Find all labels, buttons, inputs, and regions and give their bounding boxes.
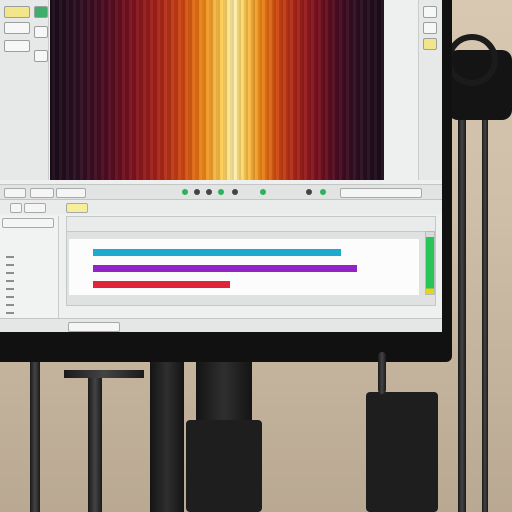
loop-icon[interactable] — [218, 189, 224, 195]
transport-bar — [0, 184, 442, 200]
track-toolbar — [67, 217, 435, 232]
tree-item[interactable] — [6, 288, 14, 290]
transport-chip[interactable] — [4, 188, 26, 198]
camera-body — [366, 392, 438, 512]
status-bar — [0, 318, 442, 332]
light-ring — [446, 34, 498, 86]
track-bar[interactable] — [93, 249, 341, 256]
level-meter-fill — [426, 237, 434, 294]
monitor-stand — [150, 362, 184, 512]
left-toolbar — [0, 0, 49, 180]
monitor — [0, 0, 452, 362]
panel-tab[interactable] — [66, 203, 88, 213]
tree-item[interactable] — [6, 296, 14, 298]
light-stand-pole — [458, 110, 466, 512]
spectrum-preview — [50, 0, 384, 180]
panel-header — [0, 200, 442, 214]
tripod-arm — [64, 370, 144, 378]
tool-button[interactable] — [423, 22, 437, 34]
studio-scene — [0, 0, 512, 512]
panel-tab[interactable] — [24, 203, 46, 213]
tool-button[interactable] — [34, 6, 48, 18]
track-bar[interactable] — [93, 281, 230, 288]
transport-chip[interactable] — [340, 188, 422, 198]
marker-icon[interactable] — [232, 189, 238, 195]
camera-body — [186, 420, 262, 512]
tool-button[interactable] — [34, 26, 48, 38]
tool-button[interactable] — [34, 50, 48, 62]
tree-item[interactable] — [6, 312, 14, 314]
tree-item[interactable] — [6, 256, 14, 258]
stop-icon[interactable] — [194, 189, 200, 195]
tripod-leg-left — [30, 362, 40, 512]
transport-chip[interactable] — [56, 188, 86, 198]
transport-chip[interactable] — [30, 188, 54, 198]
light-stand-pole-rear — [482, 90, 488, 512]
marker-icon[interactable] — [320, 189, 326, 195]
right-toolbar — [418, 0, 442, 180]
tool-button[interactable] — [4, 22, 30, 34]
level-meter — [425, 231, 435, 295]
tool-button[interactable] — [4, 6, 30, 18]
tool-button[interactable] — [423, 38, 437, 50]
track-bar[interactable] — [93, 265, 357, 272]
tool-button[interactable] — [4, 40, 30, 52]
tree-item[interactable] — [6, 304, 14, 306]
cable — [378, 352, 386, 394]
record-icon[interactable] — [206, 189, 212, 195]
tool-button[interactable] — [423, 6, 437, 18]
track-area — [66, 216, 436, 306]
monitor-brand-label — [210, 340, 260, 350]
tree-item[interactable] — [6, 272, 14, 274]
screen — [0, 0, 442, 332]
panel-tab[interactable] — [10, 203, 22, 213]
tripod-leg — [88, 370, 102, 512]
tree-item[interactable] — [6, 280, 14, 282]
track-canvas — [69, 239, 419, 295]
marker-icon[interactable] — [306, 189, 312, 195]
status-chip — [68, 322, 120, 332]
tree-search[interactable] — [2, 218, 54, 228]
marker-icon[interactable] — [260, 189, 266, 195]
project-tree — [0, 216, 59, 322]
tree-item[interactable] — [6, 264, 14, 266]
play-icon[interactable] — [182, 189, 188, 195]
